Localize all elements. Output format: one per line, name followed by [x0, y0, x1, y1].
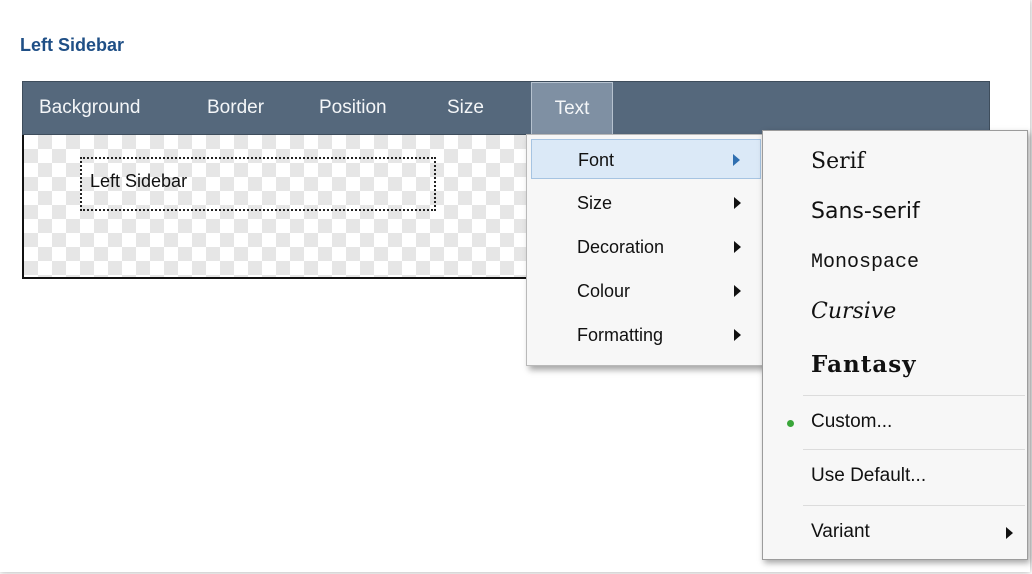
chevron-right-icon — [734, 285, 741, 297]
menu-item-decoration[interactable]: Decoration — [531, 227, 761, 267]
font-option-label: Serif — [811, 149, 865, 174]
font-option-label: Fantasy — [811, 351, 917, 378]
font-option-serif[interactable]: Serif — [763, 143, 1027, 183]
left-sidebar-label: Left Sidebar — [90, 171, 188, 191]
menu-item-font[interactable]: Font — [531, 139, 761, 179]
menu-item-label: Formatting — [577, 325, 664, 345]
chevron-right-icon — [733, 154, 740, 166]
menu-item-formatting[interactable]: Formatting — [531, 315, 761, 355]
font-option-variant[interactable]: Variant — [763, 511, 1027, 555]
menu-item-label: Decoration — [577, 237, 665, 257]
font-option-cursive[interactable]: Cursive — [763, 293, 1027, 333]
font-option-label: Variant — [811, 521, 870, 542]
tab-border[interactable]: Border — [207, 82, 264, 134]
menu-separator — [803, 395, 1025, 396]
font-option-monospace[interactable]: Monospace — [763, 243, 1027, 283]
font-option-label: Cursive — [811, 299, 897, 324]
font-option-custom[interactable]: Custom... — [763, 401, 1027, 445]
text-menu: Font Size Decoration Colour Formatting — [526, 134, 766, 366]
menu-item-label: Size — [577, 193, 613, 213]
font-option-label: Sans-serif — [811, 199, 920, 224]
menu-item-label: Colour — [577, 281, 631, 301]
menu-item-colour[interactable]: Colour — [531, 271, 761, 311]
tab-position[interactable]: Position — [319, 82, 387, 134]
font-option-label: Custom... — [811, 411, 893, 432]
chevron-right-icon — [1006, 527, 1013, 539]
checked-dot-icon — [787, 420, 794, 427]
menu-item-label: Font — [578, 150, 615, 170]
font-submenu: Serif Sans-serif Monospace Cursive Fanta… — [762, 130, 1028, 560]
chevron-right-icon — [734, 241, 741, 253]
font-option-label: Use Default... — [811, 465, 927, 486]
tab-size[interactable]: Size — [447, 82, 484, 134]
font-option-label: Monospace — [811, 251, 920, 274]
chevron-right-icon — [734, 329, 741, 341]
menu-item-size[interactable]: Size — [531, 183, 761, 223]
chevron-right-icon — [734, 197, 741, 209]
tab-text[interactable]: Text — [531, 82, 613, 134]
font-option-sans-serif[interactable]: Sans-serif — [763, 193, 1027, 233]
property-tabs-bar: Background Border Position Size Text — [22, 81, 990, 135]
panel-title: Left Sidebar — [20, 35, 125, 55]
menu-separator — [803, 449, 1025, 450]
tab-background[interactable]: Background — [39, 82, 140, 134]
font-option-fantasy[interactable]: Fantasy — [763, 345, 1027, 385]
menu-separator — [803, 505, 1025, 506]
font-option-use-default[interactable]: Use Default... — [763, 455, 1027, 499]
left-sidebar-element[interactable]: Left Sidebar — [80, 157, 436, 211]
